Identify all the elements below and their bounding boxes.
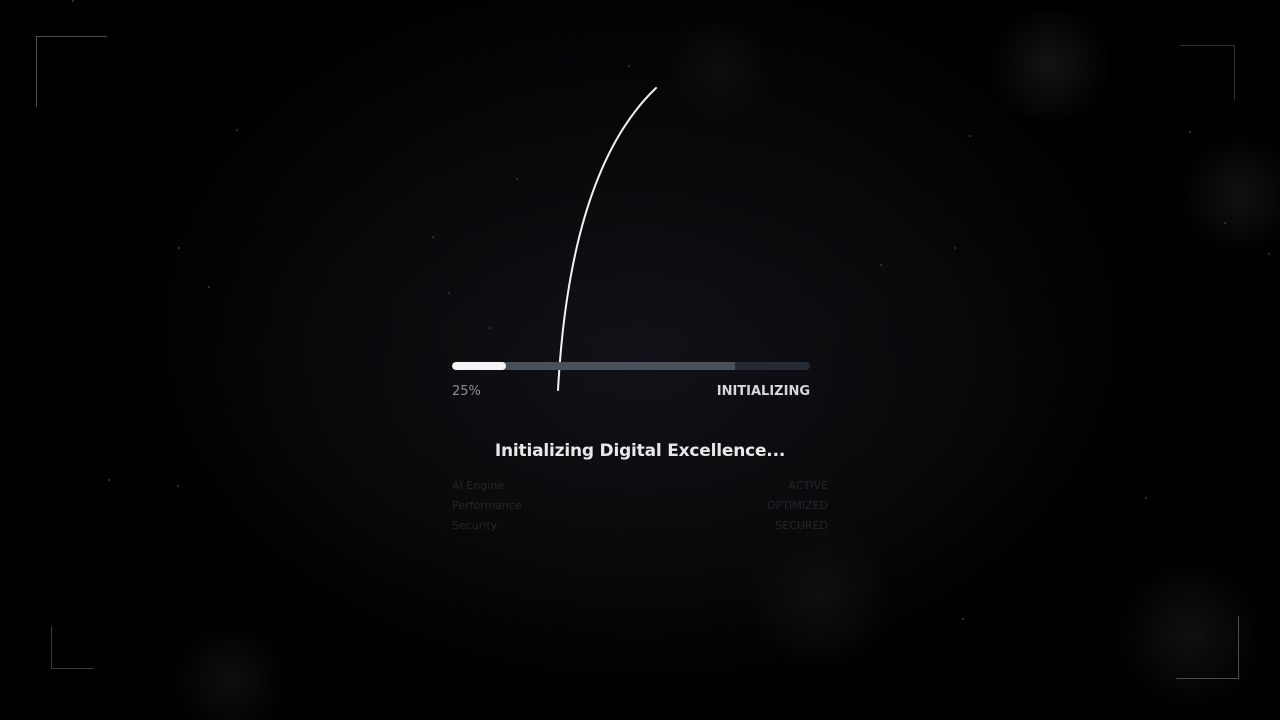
background-blob (160, 630, 300, 720)
status-row-performance: Performance OPTIMIZED (452, 499, 828, 519)
status-value: SECURED (775, 519, 828, 532)
star-dot (1145, 497, 1147, 499)
status-label: Performance (452, 499, 522, 512)
status-label: Security (452, 519, 498, 532)
star-dot (489, 327, 491, 329)
background-blob (980, 10, 1120, 120)
background-blob (660, 20, 780, 120)
star-dot (954, 247, 956, 249)
background-blob (740, 520, 900, 670)
star-dot (969, 135, 971, 137)
progress-fill (452, 362, 506, 370)
status-row-ai-engine: AI Engine ACTIVE (452, 479, 828, 499)
progress-bar (452, 362, 810, 370)
star-dot (1268, 253, 1270, 255)
star-dot (432, 236, 434, 238)
status-list: AI Engine ACTIVE Performance OPTIMIZED S… (452, 479, 828, 539)
star-dot (72, 0, 74, 2)
star-dot (1189, 131, 1191, 133)
status-row-security: Security SECURED (452, 519, 828, 539)
status-value: OPTIMIZED (767, 499, 828, 512)
star-dot (516, 178, 518, 180)
star-dot (448, 292, 450, 294)
status-value: ACTIVE (788, 479, 828, 492)
star-dot (880, 264, 882, 266)
corner-bracket-top-right (1180, 45, 1235, 100)
star-dot (962, 618, 964, 620)
star-dot (208, 286, 210, 288)
status-label: AI Engine (452, 479, 504, 492)
star-dot (236, 129, 238, 131)
corner-bracket-top-left (36, 36, 107, 107)
star-dot (1224, 222, 1226, 224)
star-dot (628, 65, 630, 67)
progress-percent: 25% (452, 384, 481, 399)
star-dot (108, 479, 110, 481)
star-dot (178, 247, 180, 249)
background-blob (1180, 130, 1280, 260)
corner-bracket-bottom-right (1176, 616, 1239, 679)
loading-headline: Initializing Digital Excellence... (494, 441, 786, 461)
loading-screen: 25% INITIALIZING Initializing Digital Ex… (0, 0, 1280, 720)
corner-bracket-bottom-left (51, 626, 94, 669)
loading-arc-icon (557, 87, 657, 391)
progress-phase-label: INITIALIZING (716, 384, 810, 399)
star-dot (177, 485, 179, 487)
